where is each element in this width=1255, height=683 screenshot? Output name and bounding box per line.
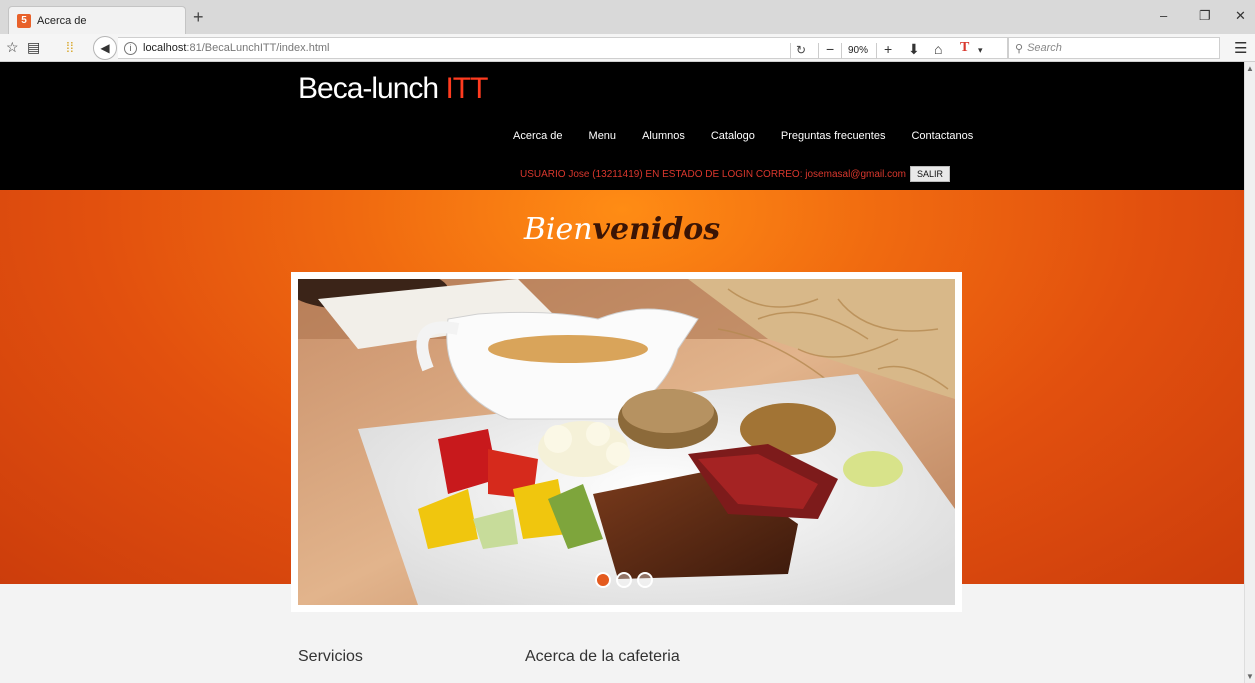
nav-acerca-de[interactable]: Acerca de: [513, 130, 563, 142]
logout-button[interactable]: SALIR: [910, 166, 951, 182]
arrow-left-icon: ◀: [100, 41, 110, 55]
zoom-level[interactable]: 90%: [848, 45, 868, 56]
home-icon[interactable]: ⌂: [934, 41, 942, 57]
browser-tab-active[interactable]: 5 Acerca de: [8, 6, 186, 34]
page-scrollbar[interactable]: ▲ ▼: [1244, 62, 1255, 683]
hero-title-part1: Bien: [523, 212, 593, 247]
nav-contactanos[interactable]: Contactanos: [911, 130, 973, 142]
divider: [790, 43, 791, 59]
login-text: USUARIO Jose (13211419) EN ESTADO DE LOG…: [520, 168, 907, 180]
site-logo[interactable]: Beca-lunch ITT: [298, 72, 488, 106]
nav-alumnos[interactable]: Alumnos: [642, 130, 685, 142]
divider: [876, 43, 877, 59]
slide-food-photo: [298, 279, 955, 605]
search-placeholder: Search: [1027, 42, 1062, 54]
nav-catalogo[interactable]: Catalogo: [711, 130, 755, 142]
search-input[interactable]: ⚲ Search: [1008, 37, 1220, 59]
food-plate-image: [298, 279, 955, 605]
address-bar[interactable]: i localhost :81/BecaLunchITT/index.html …: [118, 37, 1008, 59]
library-icon[interactable]: ▤: [27, 39, 40, 55]
tab-title: Acerca de: [37, 14, 87, 27]
info-icon[interactable]: i: [124, 41, 137, 55]
services-heading: Servicios: [298, 648, 363, 665]
hero-title-part2: venidos: [592, 212, 721, 247]
scroll-up-icon[interactable]: ▲: [1245, 64, 1255, 73]
restore-button[interactable]: ❐: [1199, 8, 1211, 24]
divider: [818, 43, 819, 59]
new-tab-button[interactable]: +: [193, 8, 204, 26]
nav-menu[interactable]: Menu: [589, 130, 617, 142]
zoom-out-button[interactable]: −: [826, 41, 834, 57]
slider-dots: [595, 572, 658, 588]
login-status: USUARIO Jose (13211419) EN ESTADO DE LOG…: [520, 166, 951, 182]
hero-title: Bienvenidos: [0, 212, 1244, 247]
slider-dot-1[interactable]: [595, 572, 611, 588]
search-icon: ⚲: [1015, 42, 1024, 55]
web-page: Beca-lunch ITT Acerca de Menu Alumnos Ca…: [0, 62, 1244, 683]
url-host: localhost: [143, 42, 187, 54]
nav-preguntas-frecuentes[interactable]: Preguntas frecuentes: [781, 130, 886, 142]
slider-dot-3[interactable]: [637, 572, 653, 588]
logo-accent: ITT: [445, 72, 488, 105]
apps-grid-icon[interactable]: ⁞⁞: [66, 39, 74, 55]
divider: [841, 43, 842, 59]
hamburger-menu-icon[interactable]: ☰: [1234, 39, 1247, 57]
browser-toolbar: ☆ ▤ ⁞⁞ ◀ i localhost :81/BecaLunchITT/in…: [0, 34, 1255, 62]
html-icon: 5: [17, 13, 31, 28]
site-nav: Acerca de Menu Alumnos Catalogo Pregunta…: [500, 130, 986, 142]
zoom-in-button[interactable]: +: [884, 41, 892, 57]
site-header: Beca-lunch ITT Acerca de Menu Alumnos Ca…: [0, 62, 1244, 190]
minimize-button[interactable]: –: [1160, 8, 1167, 23]
slider-dot-2[interactable]: [616, 572, 632, 588]
download-icon[interactable]: ⬇: [908, 41, 920, 57]
logo-main: Beca-lunch: [298, 72, 446, 105]
about-heading: Acerca de la cafeteria: [525, 648, 680, 665]
url-path: :81/BecaLunchITT/index.html: [186, 42, 330, 54]
browser-tab-bar: 5 Acerca de + – ❐ ✕: [0, 0, 1255, 34]
image-slider: [291, 272, 962, 612]
dropdown-icon[interactable]: ▾: [978, 42, 983, 58]
reload-icon[interactable]: ↻: [796, 43, 806, 57]
close-button[interactable]: ✕: [1235, 8, 1246, 24]
scroll-down-icon[interactable]: ▼: [1245, 672, 1255, 681]
text-tool-icon[interactable]: T: [960, 40, 969, 56]
bookmark-star-icon[interactable]: ☆: [6, 39, 19, 55]
back-button[interactable]: ◀: [93, 36, 117, 60]
